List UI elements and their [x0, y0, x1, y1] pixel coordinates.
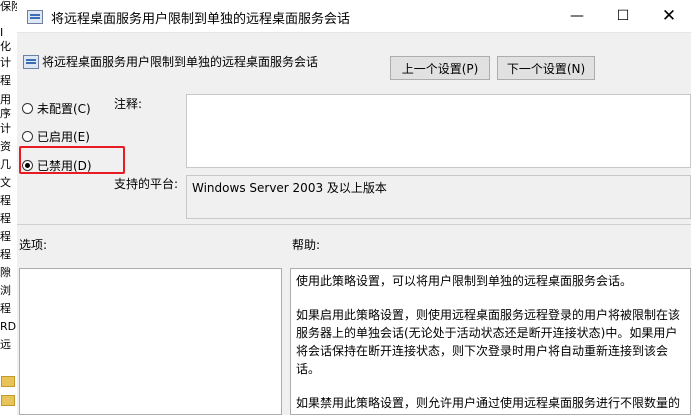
radio-label: 已启用(E): [37, 130, 90, 144]
folder-icon: [1, 395, 15, 406]
setting-name: 将远程桌面服务用户限制到单独的远程桌面服务会话: [42, 55, 319, 69]
divider: [17, 224, 691, 225]
previous-setting-button[interactable]: 上一个设置(P): [390, 56, 490, 80]
radio-enabled[interactable]: 已启用(E): [22, 128, 90, 145]
radio-label: 未配置(C): [37, 102, 91, 116]
setting-icon: [23, 55, 39, 69]
bg-fragment: 化: [0, 40, 11, 53]
bg-fragment: RD: [0, 320, 17, 333]
options-panel: [19, 268, 282, 415]
radio-not-configured[interactable]: 未配置(C): [22, 100, 91, 117]
help-paragraph: 如果启用此策略设置，则使用远程桌面服务远程登录的用户将被限制在该服务器上的单独会…: [296, 308, 681, 376]
minimize-button[interactable]: —: [554, 0, 600, 32]
background-window-strip: 保险箱 I 化 计 程 用 序 计 资 几 文 程 程 程 程 隙 浏 程 RD…: [0, 0, 18, 415]
bg-fragment: I: [0, 26, 4, 39]
bg-fragment: 计: [0, 122, 11, 135]
bg-fragment: 程: [0, 194, 11, 207]
bg-fragment: 序: [0, 107, 11, 120]
radio-button[interactable]: [22, 131, 33, 142]
bg-fragment: 程: [0, 212, 11, 225]
bg-fragment: 程: [0, 302, 11, 315]
bg-fragment: 浏: [0, 284, 11, 297]
policy-setting-dialog: 将远程桌面服务用户限制到单独的远程桌面服务会话 — ☐ ✕ 将远程桌面服务用户限…: [17, 0, 691, 415]
help-paragraph: 如果禁用此策略设置，则允许用户通过使用远程桌面服务进行不限数量的同时远程连接。: [296, 396, 681, 410]
red-highlight-annotation: [19, 146, 125, 174]
bg-fragment: 资: [0, 140, 11, 153]
help-panel[interactable]: 使用此策略设置，可以将用户限制到单独的远程桌面服务会话。 如果启用此策略设置，则…: [290, 268, 691, 415]
supported-platform-label: 支持的平台:: [114, 177, 179, 191]
bg-fragment: 隙: [0, 266, 11, 279]
comment-textarea[interactable]: [186, 94, 691, 168]
policy-icon: [27, 10, 43, 24]
close-button[interactable]: ✕: [646, 0, 691, 32]
folder-icon: [1, 376, 15, 387]
bg-fragment: 文: [0, 176, 11, 189]
bg-fragment: 用: [0, 93, 11, 106]
bg-fragment: 几: [0, 158, 11, 171]
bg-fragment: 远: [0, 338, 11, 351]
maximize-button[interactable]: ☐: [600, 0, 646, 32]
next-setting-button[interactable]: 下一个设置(N): [497, 56, 595, 80]
bg-fragment: 计: [0, 56, 11, 69]
help-label: 帮助:: [292, 238, 321, 252]
supported-platform-value: Windows Server 2003 及以上版本: [186, 175, 691, 219]
bg-fragment: 保险箱: [0, 0, 17, 13]
options-label: 选项:: [19, 238, 48, 252]
help-paragraph: 使用此策略设置，可以将用户限制到单独的远程桌面服务会话。: [296, 274, 633, 288]
comment-label: 注释:: [114, 97, 143, 111]
window-title: 将远程桌面服务用户限制到单独的远程桌面服务会话: [51, 12, 351, 27]
bg-fragment: 程: [0, 74, 11, 87]
radio-button[interactable]: [22, 103, 33, 114]
title-bar[interactable]: 将远程桌面服务用户限制到单独的远程桌面服务会话 — ☐ ✕: [17, 0, 691, 33]
bg-fragment: 程: [0, 248, 11, 261]
bg-fragment: 程: [0, 230, 11, 243]
